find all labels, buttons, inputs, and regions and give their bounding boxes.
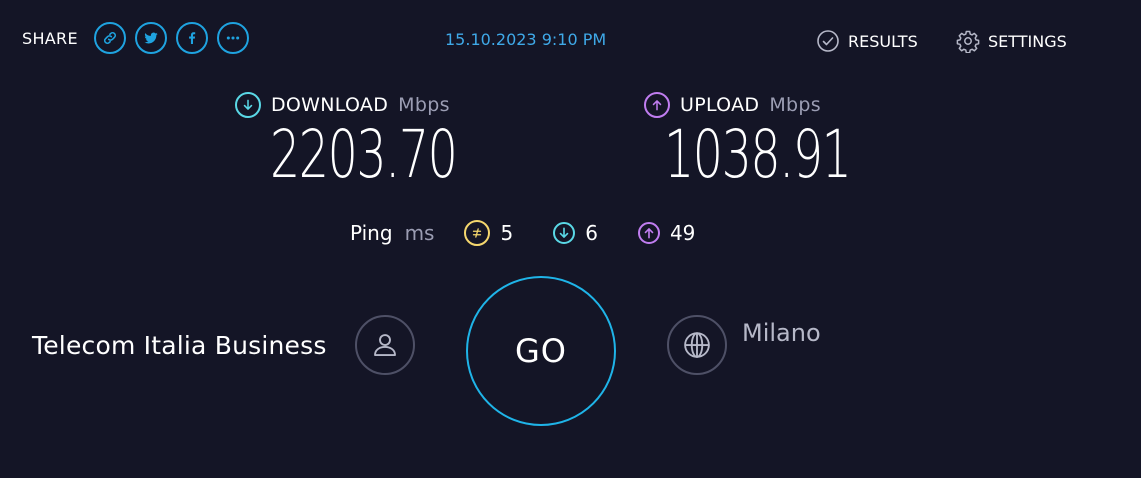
facebook-icon xyxy=(189,32,196,44)
server-name[interactable]: Milano xyxy=(742,319,821,347)
ping-unit: ms xyxy=(404,221,435,245)
download-header: DOWNLOAD Mbps xyxy=(235,92,450,118)
ping-upload: 49 xyxy=(637,221,696,245)
go-button[interactable]: GO xyxy=(466,276,616,426)
ping-download-value: 6 xyxy=(585,221,598,245)
share-twitter-button[interactable] xyxy=(135,22,167,54)
gear-icon xyxy=(956,30,980,53)
settings-link[interactable]: SETTINGS xyxy=(956,29,1067,53)
download-unit: Mbps xyxy=(398,94,450,116)
link-icon xyxy=(103,31,117,45)
server-button[interactable] xyxy=(667,315,727,375)
idle-latency-icon xyxy=(464,220,491,246)
upload-header: UPLOAD Mbps xyxy=(644,92,821,118)
upload-label: UPLOAD xyxy=(680,94,760,116)
twitter-icon xyxy=(144,32,158,44)
download-arrow-icon xyxy=(235,92,261,118)
ping-download: 6 xyxy=(553,221,598,245)
ping-idle-value: 5 xyxy=(500,221,514,245)
isp-name[interactable]: Telecom Italia Business xyxy=(32,331,327,360)
share-label: SHARE xyxy=(22,29,78,48)
share-facebook-button[interactable] xyxy=(176,22,208,54)
results-link[interactable]: RESULTS xyxy=(816,29,918,53)
upload-value: 1038.91 xyxy=(664,116,852,193)
globe-icon xyxy=(684,332,710,358)
download-label: DOWNLOAD xyxy=(271,94,389,116)
ping-upload-value: 49 xyxy=(669,221,696,245)
share-more-button[interactable] xyxy=(217,22,249,54)
check-circle-icon xyxy=(817,30,839,52)
more-icon xyxy=(226,36,240,40)
upload-unit: Mbps xyxy=(769,94,821,116)
ping-label: Ping xyxy=(350,221,393,245)
ping-row: Ping ms 5 6 49 xyxy=(350,220,735,246)
ping-idle: 5 xyxy=(464,220,513,246)
download-latency-icon xyxy=(553,222,576,244)
results-label: RESULTS xyxy=(848,31,918,51)
upload-latency-icon xyxy=(637,222,660,244)
download-value: 2203.70 xyxy=(270,116,458,193)
share-link-button[interactable] xyxy=(94,22,126,54)
user-icon xyxy=(374,334,396,356)
isp-button[interactable] xyxy=(355,315,415,375)
test-timestamp[interactable]: 15.10.2023 9:10 PM xyxy=(445,30,606,49)
settings-label: SETTINGS xyxy=(988,31,1067,51)
upload-arrow-icon xyxy=(644,92,670,118)
